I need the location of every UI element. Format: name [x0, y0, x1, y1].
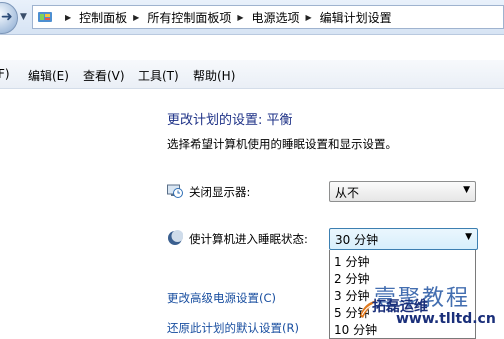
display-clock-icon [167, 184, 183, 198]
chevron-right-icon[interactable]: ▶ [237, 13, 243, 22]
dropdown-option[interactable]: 1 分钟 [334, 253, 369, 270]
page-subtitle: 选择希望计算机使用的睡眠设置和显示设置。 [167, 137, 397, 151]
chevron-right-icon[interactable]: ▶ [133, 13, 139, 22]
menu-bar: F) 编辑(E) 查看(V) 工具(T) 帮助(H) [0, 60, 504, 89]
menu-help[interactable]: 帮助(H) [193, 67, 235, 84]
restore-defaults-link[interactable]: 还原此计划的默认设置(R) [167, 320, 299, 336]
display-off-label: 关闭显示器: [189, 185, 251, 199]
breadcrumb-control-panel[interactable]: 控制面板 [79, 9, 127, 26]
arrow-right-icon: ➜ [1, 9, 13, 25]
breadcrumb[interactable]: ▶ 控制面板 ▶ 所有控制面板项 ▶ 电源选项 ▶ 编辑计划设置 [32, 5, 504, 29]
moon-icon [168, 230, 183, 245]
menu-edit[interactable]: 编辑(E) [28, 67, 69, 84]
display-off-select[interactable]: 从不 ▼ [329, 181, 476, 202]
sleep-value: 30 分钟 [335, 233, 379, 247]
sleep-select[interactable]: 30 分钟 ▼ [329, 228, 478, 250]
forward-button[interactable]: ➜ [0, 2, 18, 34]
advanced-power-settings-link[interactable]: 更改高级电源设置(C) [167, 290, 276, 306]
breadcrumb-edit-plan[interactable]: 编辑计划设置 [320, 9, 392, 26]
address-bar: ➜ ▼ ▶ 控制面板 ▶ 所有控制面板项 ▶ 电源选项 ▶ 编辑计划设置 [0, 0, 504, 35]
dropdown-option[interactable]: 10 分钟 [334, 321, 377, 338]
menu-view[interactable]: 查看(V) [83, 67, 125, 84]
chevron-right-icon[interactable]: ▶ [306, 13, 312, 22]
breadcrumb-power-options[interactable]: 电源选项 [252, 9, 300, 26]
chevron-down-icon: ▼ [465, 232, 472, 242]
page-title: 更改计划的设置: 平衡 [167, 113, 293, 128]
recent-pages-dropdown-icon[interactable]: ▼ [20, 12, 27, 22]
watermark-url: www.tlltd.cn [396, 311, 496, 327]
menu-tools[interactable]: 工具(T) [138, 67, 179, 84]
chevron-down-icon: ▼ [463, 185, 470, 195]
menu-file[interactable]: F) [0, 67, 10, 81]
breadcrumb-all-items[interactable]: 所有控制面板项 [147, 9, 231, 26]
chevron-right-icon: ▶ [65, 12, 72, 22]
control-panel-icon [38, 12, 52, 22]
dropdown-option[interactable]: 2 分钟 [334, 270, 369, 287]
display-off-value: 从不 [335, 186, 360, 200]
sleep-label: 使计算机进入睡眠状态: [189, 232, 308, 246]
